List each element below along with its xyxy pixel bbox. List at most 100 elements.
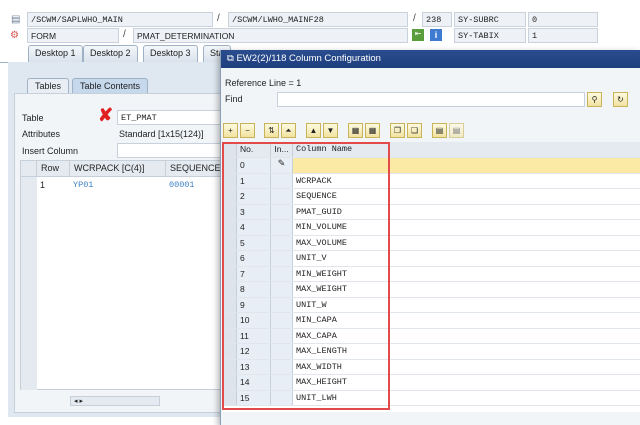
export-icon[interactable]: ▤ — [432, 123, 447, 138]
copy-icon[interactable]: ❐ — [390, 123, 405, 138]
row-selector[interactable] — [223, 390, 237, 405]
column-name-cell[interactable] — [293, 158, 299, 173]
table-row[interactable]: 7 MIN_WEIGHT — [223, 266, 640, 282]
row-number: 1 — [40, 180, 46, 190]
var1-value[interactable]: 0 — [528, 12, 598, 27]
paste-icon[interactable]: ❏ — [407, 123, 422, 138]
filter-icon[interactable]: ⏶ — [281, 123, 296, 138]
tab-table-contents[interactable]: Table Contents — [72, 78, 149, 94]
table-row[interactable]: 15 UNIT_LWH — [223, 390, 640, 406]
insert-row-icon[interactable]: + — [223, 123, 238, 138]
wcrpack-cell[interactable]: YP01 — [73, 180, 93, 190]
move-down-icon[interactable]: ▼ — [323, 123, 338, 138]
row-selector[interactable] — [223, 220, 237, 235]
table-row[interactable]: 2 SEQUENCE — [223, 189, 640, 205]
col-header-no[interactable]: No. — [237, 142, 271, 157]
row-selector[interactable] — [223, 235, 237, 250]
row-selector[interactable] — [223, 266, 237, 281]
column-name-cell[interactable]: MAX_VOLUME — [293, 236, 350, 251]
row-selector[interactable] — [223, 297, 237, 312]
row-icon-cell — [271, 390, 293, 405]
table-row[interactable]: 11 MAX_CAPA — [223, 328, 640, 344]
column-name-cell[interactable]: MIN_WEIGHT — [293, 267, 350, 282]
column-name-cell[interactable]: MAX_WIDTH — [293, 360, 345, 375]
column-name-cell[interactable]: MAX_LENGTH — [293, 344, 350, 359]
binoculars-icon[interactable]: ⚲ — [587, 92, 602, 107]
expand-icon[interactable]: ▦ — [348, 123, 363, 138]
insert-column-input[interactable] — [117, 143, 222, 158]
col-header-in[interactable]: In... — [271, 142, 293, 157]
column-name-cell[interactable]: MIN_CAPA — [293, 313, 340, 328]
row-selector[interactable] — [223, 282, 237, 297]
column-name-cell[interactable]: UNIT_V — [293, 251, 330, 266]
row-selector[interactable] — [223, 375, 237, 390]
sequence-cell[interactable]: 00001 — [169, 180, 195, 190]
row-icon-cell — [271, 204, 293, 219]
row-selector[interactable] — [223, 313, 237, 328]
row-selector[interactable] — [223, 173, 237, 188]
sort-icon[interactable]: ⇅ — [264, 123, 279, 138]
col-header-name[interactable]: Column Name — [293, 142, 355, 157]
table-row[interactable]: 3 PMAT_GUID — [223, 204, 640, 220]
table-row[interactable]: 5 MAX_VOLUME — [223, 235, 640, 251]
column-name-cell[interactable]: PMAT_GUID — [293, 205, 345, 220]
var2-name[interactable]: SY-TABIX — [454, 28, 526, 43]
column-name-cell[interactable]: MAX_CAPA — [293, 329, 340, 344]
row-no: 14 — [237, 375, 271, 390]
insert-column-label: Insert Column — [22, 146, 79, 156]
tab-desktop-3[interactable]: Desktop 3 — [143, 45, 198, 62]
select-all[interactable] — [21, 161, 37, 177]
row-no: 4 — [237, 220, 271, 235]
table-row[interactable]: 4 MIN_VOLUME — [223, 220, 640, 236]
info-icon[interactable]: i — [430, 29, 442, 41]
import-icon[interactable]: ▤ — [449, 123, 464, 138]
col-header-row[interactable]: Row — [37, 161, 70, 177]
row-selector[interactable] — [223, 344, 237, 359]
table-row[interactable]: 1 WCRPACK — [223, 173, 640, 189]
row-no: 5 — [237, 235, 271, 250]
find-next-icon[interactable]: ↻ — [613, 92, 628, 107]
column-name-cell[interactable]: MIN_VOLUME — [293, 220, 350, 235]
row-selector[interactable] — [223, 251, 237, 266]
column-name-cell[interactable]: MAX_HEIGHT — [293, 375, 350, 390]
column-name-cell[interactable]: SEQUENCE — [293, 189, 340, 204]
column-name-cell[interactable]: MAX_WEIGHT — [293, 282, 350, 297]
var2-value[interactable]: 1 — [528, 28, 598, 43]
navigate-icon[interactable]: ⇤ — [412, 29, 424, 41]
column-name-cell[interactable]: UNIT_LWH — [293, 391, 340, 406]
table-row[interactable]: 14 MAX_HEIGHT — [223, 375, 640, 391]
collapse-icon[interactable]: ▦ — [365, 123, 380, 138]
row-selector[interactable] — [223, 158, 237, 173]
delete-row-icon[interactable]: − — [240, 123, 255, 138]
table-row[interactable]: 8 MAX_WEIGHT — [223, 282, 640, 298]
horizontal-scrollbar[interactable]: ◂ ▸ — [70, 396, 160, 406]
row-no: 1 — [237, 173, 271, 188]
row-icon-cell — [271, 313, 293, 328]
table-row[interactable]: 10 MIN_CAPA — [223, 313, 640, 329]
col-header-wcrpack[interactable]: WCRPACK [C(4)] — [70, 161, 166, 177]
row-selector[interactable] — [223, 189, 237, 204]
table-row[interactable]: 6 UNIT_V — [223, 251, 640, 267]
table-input[interactable]: ET_PMAT — [117, 110, 222, 125]
row-icon-cell — [271, 282, 293, 297]
column-name-cell[interactable]: WCRPACK — [293, 174, 335, 189]
tab-desktop-1[interactable]: Desktop 1 — [28, 45, 83, 62]
tab-tables[interactable]: Tables — [27, 78, 70, 94]
table-row[interactable]: 13 MAX_WIDTH — [223, 359, 640, 375]
row-selector[interactable] — [223, 204, 237, 219]
find-input[interactable] — [277, 92, 585, 107]
row-no: 15 — [237, 390, 271, 405]
table-row[interactable]: 0 ✎ — [223, 158, 640, 174]
table-label: Table — [22, 113, 44, 123]
table-row[interactable]: 9 UNIT_W — [223, 297, 640, 313]
row-selector[interactable] — [223, 359, 237, 374]
close-x-icon[interactable]: ✘ — [98, 105, 113, 126]
column-name-cell[interactable]: UNIT_W — [293, 298, 330, 313]
table-grid: Row WCRPACK [C(4)] SEQUENCE [N 1 YP01 00… — [20, 160, 231, 390]
dialog-title: EW2(2)/118 Column Configuration — [236, 53, 381, 64]
move-up-icon[interactable]: ▲ — [306, 123, 321, 138]
var1-name[interactable]: SY-SUBRC — [454, 12, 526, 27]
row-selector[interactable] — [223, 328, 237, 343]
tab-desktop-2[interactable]: Desktop 2 — [83, 45, 138, 62]
table-row[interactable]: 12 MAX_LENGTH — [223, 344, 640, 360]
